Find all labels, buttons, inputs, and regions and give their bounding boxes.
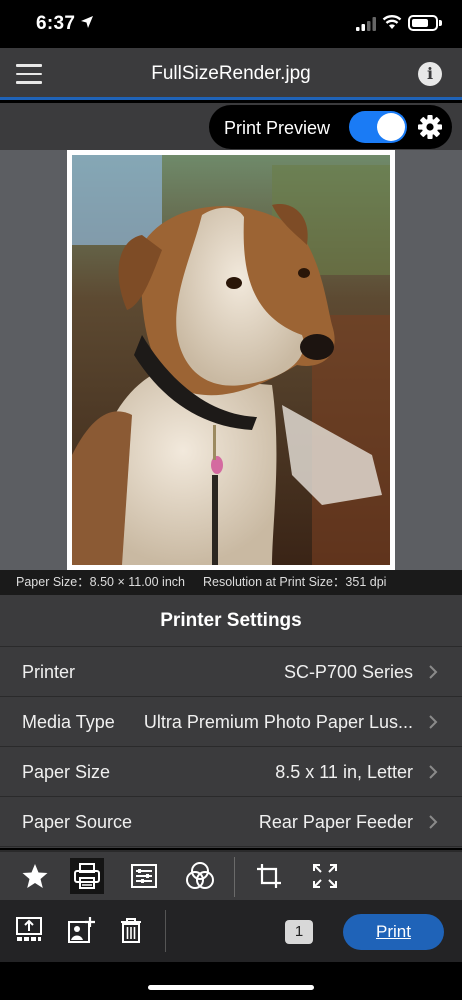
print-preview-label: Print Preview: [224, 118, 331, 138]
status-time: 6:37: [36, 13, 76, 34]
print-info-line: Paper Size：8.50 × 11.00 inch Resolution a…: [0, 570, 462, 595]
resolution-info: Resolution at Print Size：351 dpi: [202, 575, 387, 589]
chevron-right-icon: [429, 815, 438, 829]
dog-photo: [72, 155, 390, 565]
gear-icon[interactable]: [417, 114, 443, 140]
setting-label: Paper Source: [22, 812, 133, 832]
chevron-right-icon: [429, 665, 438, 679]
paper-preview: [67, 150, 395, 570]
chevron-right-icon: [429, 765, 438, 779]
color-adjust-icon[interactable]: [185, 861, 215, 891]
printer-icon[interactable]: [72, 861, 102, 891]
setting-row-printer[interactable]: Printer SC-P700 Series: [0, 647, 462, 697]
setting-value: Rear Paper Feeder: [258, 812, 413, 832]
home-indicator[interactable]: [148, 985, 314, 990]
print-button[interactable]: Print: [343, 914, 444, 950]
settings-list-icon[interactable]: [129, 861, 159, 891]
setting-label: Paper Size: [22, 762, 111, 782]
setting-value: 8.5 x 11 in, Letter: [275, 762, 413, 782]
info-icon[interactable]: i: [418, 62, 442, 86]
setting-row-media-type[interactable]: Media Type Ultra Premium Photo Paper Lus…: [0, 697, 462, 747]
upload-icon[interactable]: [14, 915, 44, 945]
print-preview-toggle[interactable]: [349, 111, 407, 143]
setting-row-paper-source[interactable]: Paper Source Rear Paper Feeder: [0, 797, 462, 847]
printer-settings-panel: Printer Settings Printer SC-P700 Series …: [0, 595, 462, 848]
preview-area: Print Preview: [0, 103, 462, 570]
add-photo-icon[interactable]: [66, 915, 96, 945]
setting-label: Printer: [22, 662, 76, 682]
crop-icon[interactable]: [254, 861, 284, 891]
preview-bar: Print Preview: [0, 103, 462, 150]
page-title: FullSizeRender.jpg: [151, 63, 311, 84]
app-header: FullSizeRender.jpg i: [0, 48, 462, 100]
home-indicator-area: [0, 962, 462, 1000]
bottom-actions-bar: 1 Print: [0, 900, 462, 962]
fit-expand-icon[interactable]: [310, 861, 340, 891]
star-icon[interactable]: [20, 861, 50, 891]
paper-size-info: Paper Size：8.50 × 11.00 inch: [16, 575, 185, 589]
setting-value: Ultra Premium Photo Paper Lus...: [143, 712, 413, 732]
battery-icon: [408, 15, 442, 31]
status-bar: 6:37: [0, 0, 462, 48]
chevron-right-icon: [429, 715, 438, 729]
actions-divider: [165, 910, 166, 952]
location-arrow-icon: [81, 16, 93, 28]
trash-icon[interactable]: [116, 915, 146, 945]
copies-count[interactable]: 1: [285, 920, 313, 944]
edit-toolbar: [0, 850, 462, 900]
signal-icon: [356, 17, 376, 31]
wifi-icon: [382, 15, 402, 29]
setting-label: Media Type: [22, 712, 115, 732]
setting-row-paper-size[interactable]: Paper Size 8.5 x 11 in, Letter: [0, 747, 462, 797]
print-preview-control: Print Preview: [209, 105, 452, 149]
setting-value: SC-P700 Series: [283, 662, 413, 682]
toolbar-divider: [234, 857, 235, 897]
printer-settings-title: Printer Settings: [0, 595, 462, 647]
dog-photo-illustration: [72, 155, 390, 565]
